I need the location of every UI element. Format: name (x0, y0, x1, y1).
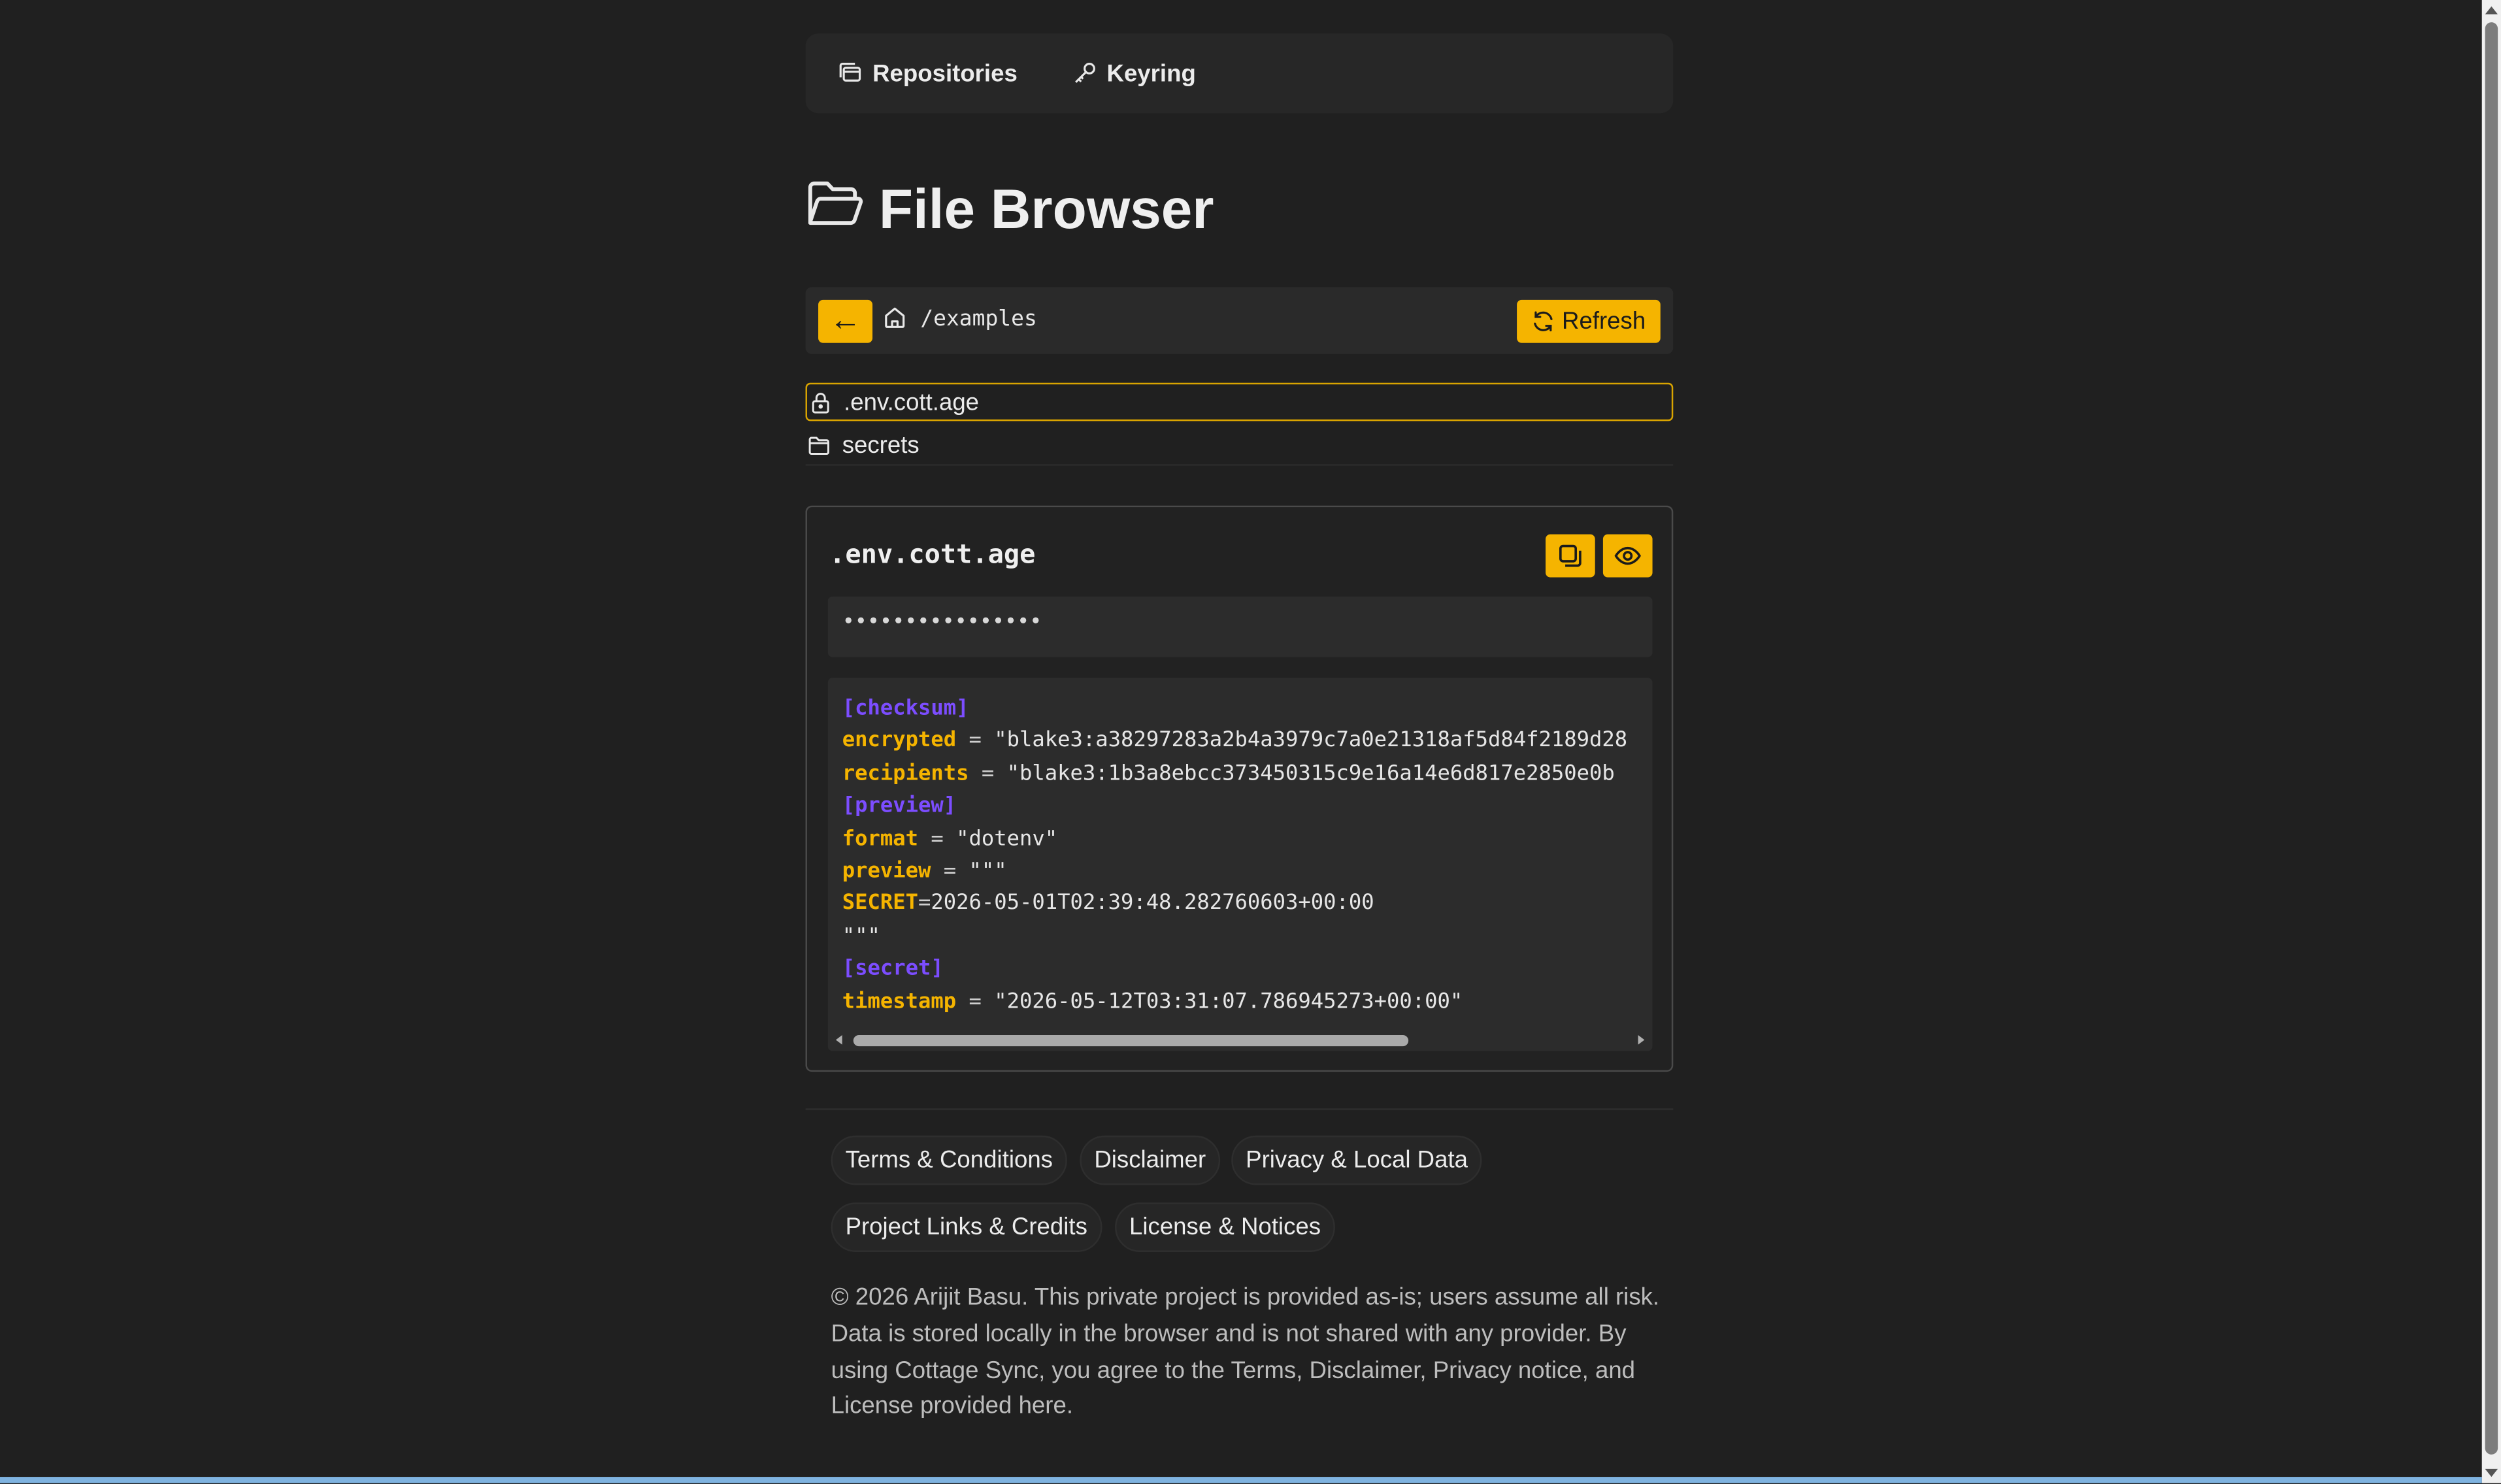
file-item-label: .env.cott.age (844, 388, 980, 416)
footer-link-label: Project Links & Credits (845, 1213, 1087, 1241)
code-key: recipients (842, 762, 969, 786)
code-key: timestamp (842, 989, 957, 1014)
code-line: [secret] (842, 954, 1628, 987)
footer-link-label: Privacy & Local Data (1246, 1146, 1468, 1174)
code-line: format = "dotenv" (842, 824, 1628, 857)
current-path: /examples (920, 306, 1037, 332)
code-value: "blake3:1b3a8ebcc373450315c9e16a14e6d817… (1006, 762, 1615, 786)
code-value: = (918, 892, 931, 916)
code-value: = (931, 859, 969, 884)
file-content-code: [checksum] encrypted = "blake3:a38297283a… (827, 678, 1653, 1051)
code-section: [preview] (842, 794, 957, 819)
code-section: [checksum] (842, 697, 969, 721)
app-page: Repositories Keyring File Browser ← /exa… (0, 0, 2501, 1483)
copyright-notice: © 2026 Arijit Basu. This private project… (831, 1283, 1660, 1421)
footer-link-label: License & Notices (1129, 1213, 1321, 1241)
code-line: encrypted = "blake3:a38297283a2b4a3979c7… (842, 726, 1628, 759)
scroll-down-icon[interactable] (2485, 1468, 2498, 1477)
code-value: "2026-05-12T03:31:07.786945273+00:00" (994, 989, 1463, 1014)
code-value: "dotenv" (956, 827, 1058, 851)
file-item-label: secrets (842, 432, 919, 459)
page-scrollbar[interactable] (2481, 0, 2501, 1483)
top-nav: Repositories Keyring (805, 33, 1674, 114)
code-line: timestamp = "2026-05-12T03:31:07.7869452… (842, 987, 1628, 1019)
code-value: = (956, 989, 995, 1014)
back-button[interactable]: ← (818, 299, 873, 343)
key-icon (1074, 63, 1095, 83)
footer-link-project-links[interactable]: Project Links & Credits (831, 1202, 1102, 1252)
code-key: SECRET (842, 892, 918, 916)
copy-icon (1559, 544, 1582, 567)
code-line: [checksum] (842, 694, 1628, 727)
reveal-button[interactable] (1602, 534, 1653, 578)
nav-keyring[interactable]: Keyring (1072, 60, 1196, 87)
refresh-icon (1534, 311, 1553, 332)
masked-value: •••••••••••••••• (842, 610, 1042, 635)
path-bar: ← /examples Refresh (805, 287, 1674, 354)
nav-repositories[interactable]: Repositories (837, 59, 1018, 88)
code-line: SECRET=2026-05-01T02:39:48.282760603+00:… (842, 889, 1628, 921)
scroll-thumb[interactable] (853, 1035, 1409, 1047)
scroll-up-icon[interactable] (2485, 6, 2498, 14)
file-item-env-cott-age[interactable]: .env.cott.age (805, 382, 1674, 421)
code-line: recipients = "blake3:1b3a8ebcc373450315c… (842, 759, 1628, 791)
file-item-secrets[interactable]: secrets (805, 427, 1674, 466)
code-line: preview = """ (842, 857, 1628, 889)
code-key: format (842, 827, 918, 851)
home-icon[interactable] (882, 305, 908, 330)
code-line: """ (842, 921, 1628, 954)
code-value: """ (969, 859, 1007, 884)
window-bottom-edge (0, 1477, 2482, 1483)
code-key: encrypted (842, 729, 957, 753)
horizontal-scrollbar[interactable] (828, 1029, 1653, 1051)
footer-link-terms[interactable]: Terms & Conditions (831, 1135, 1067, 1185)
code-lines: [checksum] encrypted = "blake3:a38297283a… (842, 694, 1628, 1019)
footer-link-disclaimer[interactable]: Disclaimer (1080, 1135, 1221, 1185)
stack-icon (839, 63, 861, 82)
page-title-text: File Browser (878, 178, 1214, 241)
page-scroll-thumb[interactable] (2485, 22, 2498, 1455)
code-value: """ (842, 924, 880, 949)
nav-repositories-label: Repositories (872, 59, 1018, 88)
code-value: = (918, 827, 957, 851)
refresh-label: Refresh (1562, 308, 1646, 335)
viewer-filename: .env.cott.age (829, 538, 1036, 570)
footer-link-label: Disclaimer (1094, 1146, 1206, 1174)
code-value: 2026-05-01T02:39:48.282760603+00:00 (931, 892, 1374, 916)
nav-keyring-label: Keyring (1106, 59, 1196, 88)
code-value: = (956, 729, 995, 753)
lock-icon (812, 391, 829, 413)
folder-open-icon (808, 181, 863, 225)
footer-link-license[interactable]: License & Notices (1115, 1202, 1336, 1252)
scroll-left-icon[interactable] (835, 1035, 842, 1045)
masked-secret: •••••••••••••••• (827, 596, 1653, 657)
refresh-button[interactable]: Refresh (1517, 299, 1661, 343)
footer-link-label: Terms & Conditions (845, 1146, 1053, 1174)
page-title: File Browser (806, 173, 1214, 249)
footer-divider (805, 1108, 1674, 1110)
scroll-right-icon[interactable] (1638, 1035, 1645, 1045)
code-value: = (969, 762, 1007, 786)
back-arrow-icon: ← (829, 303, 861, 338)
footer-link-privacy[interactable]: Privacy & Local Data (1231, 1135, 1482, 1185)
code-line: [preview] (842, 791, 1628, 824)
file-viewer: .env.cott.age •••••••••••••••• [checksum… (805, 505, 1674, 1072)
copy-button[interactable] (1546, 534, 1595, 578)
code-key: preview (842, 859, 931, 884)
eye-icon (1614, 546, 1641, 565)
code-section: [secret] (842, 957, 944, 981)
code-value: "blake3:a38297283a2b4a3979c7a0e21318af5d… (994, 729, 1628, 753)
folder-icon (808, 437, 829, 455)
